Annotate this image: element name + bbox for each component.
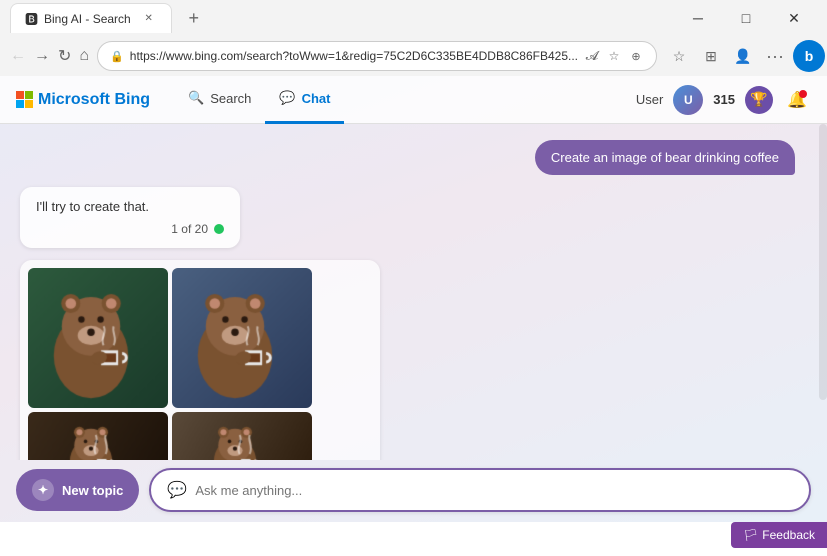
- window-controls: ─ □ ✕: [675, 3, 817, 33]
- minimize-button[interactable]: ─: [675, 3, 721, 33]
- new-topic-label: New topic: [62, 483, 123, 498]
- status-dot: [214, 224, 224, 234]
- chat-input-field[interactable]: [195, 483, 793, 498]
- user-label: User: [636, 92, 663, 107]
- bing-brand-text: Microsoft Bing: [38, 91, 150, 109]
- new-topic-icon: ✦: [32, 479, 54, 501]
- chat-nav-icon: 💬: [279, 90, 295, 106]
- user-message-wrapper: Create an image of bear drinking coffee: [20, 140, 807, 175]
- count-line: 1 of 20: [36, 222, 224, 236]
- image-row-top: [28, 268, 372, 408]
- user-message-text: Create an image of bear drinking coffee: [551, 150, 779, 165]
- bear-image-3[interactable]: [28, 412, 168, 460]
- search-nav-icon: 🔍: [188, 90, 204, 106]
- chat-input-icon: 💬: [167, 480, 187, 500]
- lock-icon: 🔒: [110, 50, 124, 63]
- browser-window: 🅱 Bing AI - Search ✕ + ─ □ ✕ ← → ↻ ⌂ 🔒 h…: [0, 0, 827, 76]
- bing-logo-button[interactable]: b: [793, 40, 825, 72]
- browser-tab[interactable]: 🅱 Bing AI - Search ✕: [10, 3, 172, 33]
- maximize-button[interactable]: □: [723, 3, 769, 33]
- chat-input-bar: ✦ New topic 💬: [0, 460, 827, 522]
- user-score: 315: [713, 92, 735, 107]
- feedback-button[interactable]: 🏳 Feedback: [731, 522, 827, 548]
- forward-button[interactable]: →: [34, 42, 50, 70]
- url-actions: 𝓐 ☆ ⊕: [584, 48, 644, 64]
- tab-favicon: 🅱: [25, 9, 38, 28]
- cup-icon: 🏆: [750, 91, 767, 108]
- tab-title: Bing AI - Search: [44, 12, 131, 26]
- title-bar: 🅱 Bing AI - Search ✕ + ─ □ ✕: [0, 0, 827, 36]
- rewards-icon[interactable]: 🏆: [745, 86, 773, 114]
- bot-message-text: I'll try to create that.: [36, 199, 149, 214]
- read-aloud-icon[interactable]: 𝓐: [584, 48, 600, 64]
- scrollbar[interactable]: [819, 124, 827, 400]
- chat-input-box[interactable]: 💬: [149, 468, 811, 512]
- collections-button[interactable]: ⊞: [697, 42, 725, 70]
- profile-button[interactable]: 👤: [729, 42, 757, 70]
- bing-header: Microsoft Bing 🔍 Search 💬 Chat User U 31…: [0, 76, 827, 124]
- toolbar-right: ☆ ⊞ 👤 ··· b: [665, 40, 825, 72]
- chat-nav-label: Chat: [302, 91, 331, 106]
- bear-image-4[interactable]: [172, 412, 312, 460]
- user-message: Create an image of bear drinking coffee: [535, 140, 795, 175]
- notifications-button[interactable]: 🔔: [783, 86, 811, 114]
- feedback-flag-icon: 🏳: [743, 528, 758, 542]
- refresh-button[interactable]: ↻: [58, 42, 71, 70]
- bear-image-2[interactable]: [172, 268, 312, 408]
- tab-close-button[interactable]: ✕: [141, 11, 157, 27]
- microsoft-bing-logo[interactable]: Microsoft Bing: [16, 91, 150, 109]
- generated-images-grid[interactable]: [20, 260, 380, 460]
- bing-navigation: 🔍 Search 💬 Chat: [174, 76, 344, 124]
- close-button[interactable]: ✕: [771, 3, 817, 33]
- feedback-label: Feedback: [762, 528, 815, 542]
- image-row-bottom: [28, 412, 372, 460]
- bing-page: Microsoft Bing 🔍 Search 💬 Chat User U 31…: [0, 76, 827, 522]
- url-text: https://www.bing.com/search?toWww=1&redi…: [130, 49, 578, 63]
- home-button[interactable]: ⌂: [79, 42, 89, 70]
- search-nav-label: Search: [210, 91, 251, 106]
- chat-nav-item[interactable]: 💬 Chat: [265, 76, 344, 124]
- bear-image-1[interactable]: [28, 268, 168, 408]
- favorites-icon[interactable]: ☆: [606, 48, 622, 64]
- header-right: User U 315 🏆 🔔: [636, 85, 811, 115]
- new-topic-button[interactable]: ✦ New topic: [16, 469, 139, 511]
- microsoft-logo-icon: [16, 91, 34, 109]
- user-avatar[interactable]: U: [673, 85, 703, 115]
- favorites-button[interactable]: ☆: [665, 42, 693, 70]
- settings-button[interactable]: ···: [761, 42, 789, 70]
- address-bar: ← → ↻ ⌂ 🔒 https://www.bing.com/search?to…: [0, 36, 827, 76]
- extensions-icon[interactable]: ⊕: [628, 48, 644, 64]
- back-button[interactable]: ←: [10, 42, 26, 70]
- count-text: 1 of 20: [171, 222, 208, 236]
- new-tab-button[interactable]: +: [180, 4, 208, 32]
- chat-area: Create an image of bear drinking coffee …: [0, 124, 827, 460]
- bot-message-bubble: I'll try to create that. 1 of 20: [20, 187, 240, 248]
- notification-dot: [799, 90, 807, 98]
- search-nav-item[interactable]: 🔍 Search: [174, 76, 265, 124]
- url-bar[interactable]: 🔒 https://www.bing.com/search?toWww=1&re…: [97, 41, 657, 71]
